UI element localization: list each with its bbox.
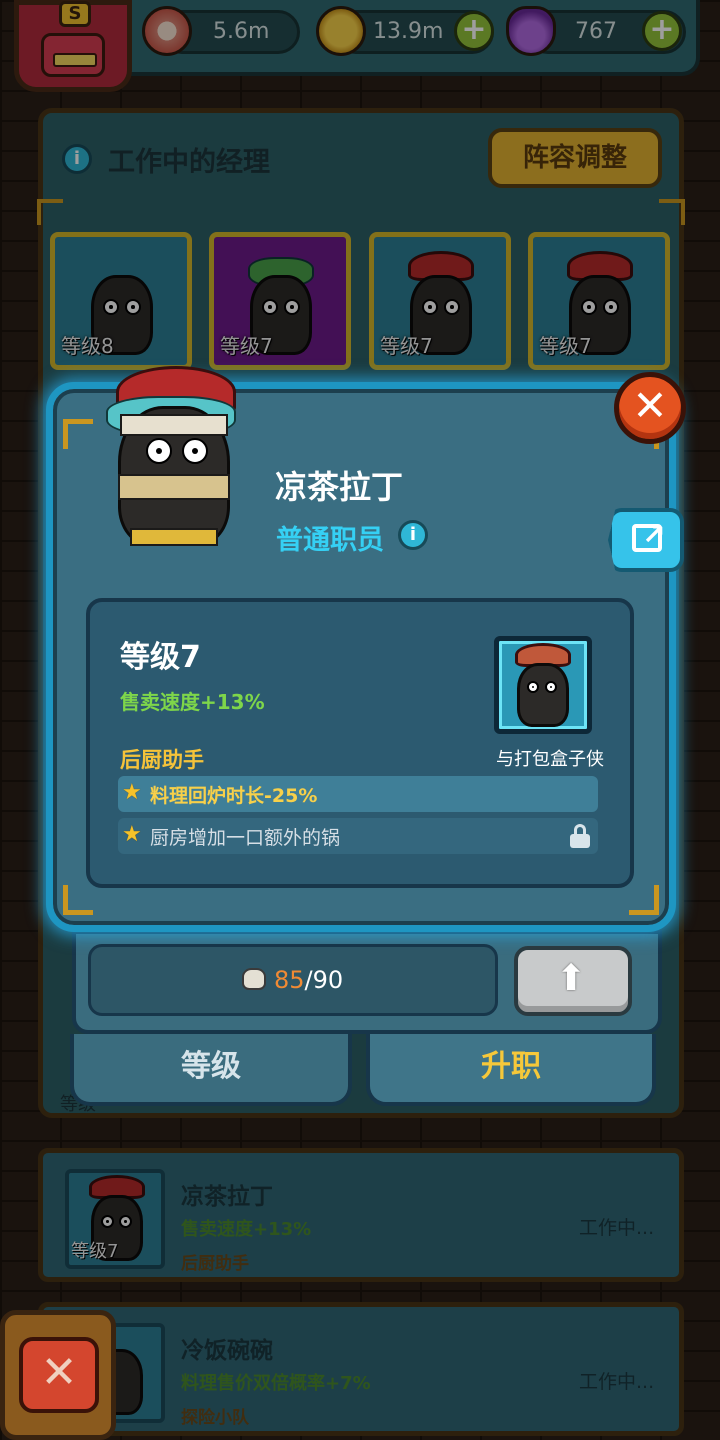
- coin-icon: [316, 6, 366, 56]
- manager-name: 凉茶拉丁: [275, 468, 404, 506]
- star-icon: ★: [122, 822, 142, 847]
- slot-level: 等级7: [220, 334, 273, 358]
- manager-slot[interactable]: 等级7: [369, 232, 511, 370]
- level-title: 等级7: [120, 640, 201, 675]
- manager-slot[interactable]: 等级7: [209, 232, 351, 370]
- manager-role: 普通职员: [276, 525, 384, 556]
- skill-row: ★ 厨房增加一口额外的锅: [118, 818, 598, 854]
- managers-title: 工作中的经理: [108, 147, 270, 178]
- rank-badge: S: [59, 1, 91, 27]
- up-arrow-icon: ⬆: [556, 958, 587, 999]
- panel-corner: [659, 199, 685, 225]
- role-info-icon[interactable]: i: [398, 520, 428, 550]
- partner-portrait[interactable]: [494, 636, 592, 734]
- list-effect: 料理售价双倍概率+7%: [181, 1373, 371, 1394]
- skill-row: ★ 料理回炉时长-25%: [118, 776, 598, 812]
- skill-text: 厨房增加一口额外的锅: [150, 827, 341, 849]
- close-modal-button[interactable]: ✕: [614, 372, 686, 444]
- list-item[interactable]: 冷饭碗碗 料理售价双倍概率+7% 探险小队 工作中...: [38, 1302, 684, 1436]
- eyeball-icon: [142, 6, 192, 56]
- progress-current: 85: [274, 966, 305, 994]
- list-name: 冷饭碗碗: [181, 1338, 273, 1364]
- list-name: 凉茶拉丁: [181, 1184, 273, 1210]
- slot-level: 等级8: [61, 334, 114, 358]
- partner-label: 与打包盒子侠: [496, 749, 604, 770]
- teapot-icon: [242, 968, 266, 990]
- eyes-value: 5.6m: [213, 19, 270, 44]
- avatar-teeth: [53, 53, 97, 67]
- add-coins-button[interactable]: +: [454, 11, 494, 51]
- panel-corner: [37, 199, 63, 225]
- potion-icon: [506, 6, 556, 56]
- progress-max: 90: [312, 966, 344, 994]
- share-button[interactable]: ↗: [608, 508, 684, 572]
- manager-slot[interactable]: 等级7: [528, 232, 670, 370]
- player-avatar[interactable]: S: [14, 0, 132, 92]
- list-status: 工作中...: [579, 1217, 655, 1239]
- upgrade-button[interactable]: ⬆: [514, 946, 632, 1016]
- star-icon: ★: [122, 780, 142, 805]
- exit-button[interactable]: ✕: [0, 1310, 116, 1440]
- share-arrow-icon: ↗: [642, 518, 666, 551]
- slot-level: 等级7: [539, 334, 592, 358]
- tab-promote[interactable]: 升职: [366, 1034, 656, 1106]
- list-skill: 后厨助手: [181, 1254, 249, 1274]
- list-skill: 探险小队: [181, 1408, 249, 1428]
- list-status: 工作中...: [579, 1371, 655, 1393]
- tab-level[interactable]: 等级: [70, 1034, 352, 1106]
- potions-value: 767: [575, 19, 617, 44]
- skill-text: 料理回炉时长-25%: [150, 785, 318, 807]
- list-level: 等级7: [71, 1241, 119, 1262]
- skill-section-title: 后厨助手: [120, 748, 204, 772]
- effect-text: 售卖速度+13%: [120, 690, 265, 714]
- coins-value: 13.9m: [373, 19, 444, 44]
- managers-info-icon[interactable]: i: [62, 144, 92, 174]
- slot-level: 等级7: [380, 334, 433, 358]
- list-effect: 售卖速度+13%: [181, 1219, 312, 1240]
- list-item[interactable]: 等级7 凉茶拉丁 售卖速度+13% 后厨助手 工作中...: [38, 1148, 684, 1282]
- lock-icon: [570, 824, 590, 848]
- close-icon: ✕: [19, 1337, 99, 1413]
- progress-text: 85/90: [274, 966, 343, 994]
- modal-corner: [629, 885, 659, 915]
- add-potions-button[interactable]: +: [642, 11, 682, 51]
- list-thumb: 等级7: [65, 1169, 165, 1269]
- lineup-adjust-button[interactable]: 阵容调整: [488, 128, 662, 188]
- manager-slot[interactable]: 等级8: [50, 232, 192, 370]
- modal-corner: [63, 419, 93, 449]
- progress-separator: /: [304, 966, 313, 994]
- modal-corner: [63, 885, 93, 915]
